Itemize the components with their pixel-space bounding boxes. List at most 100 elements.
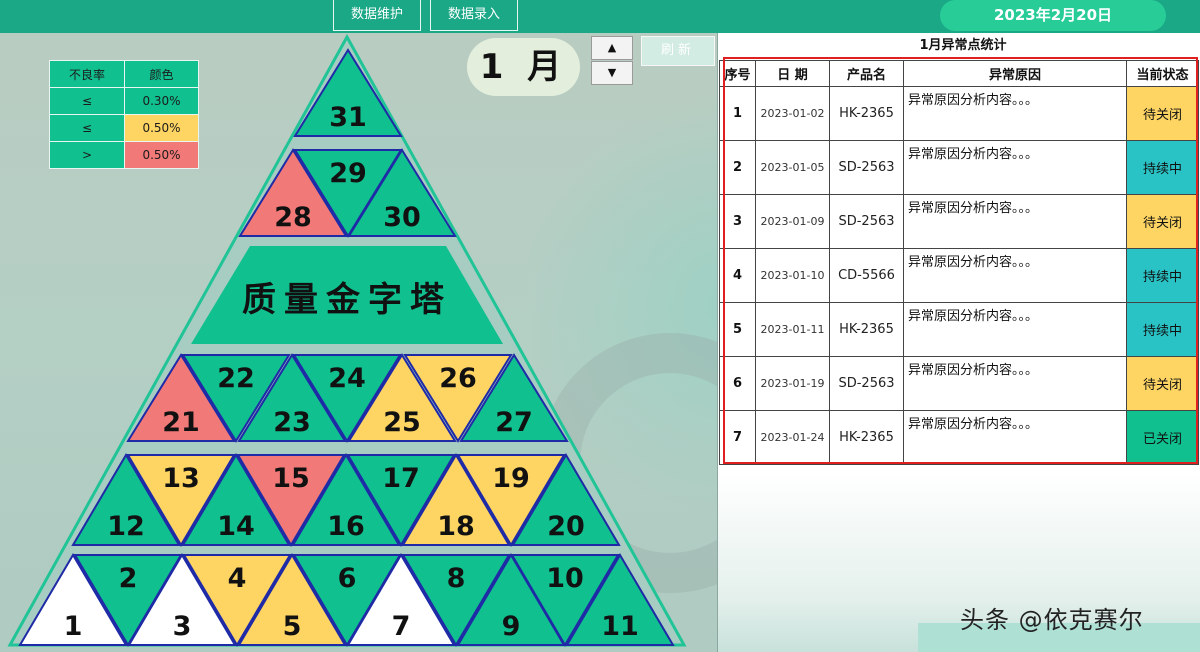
row-reason[interactable]: 异常原因分析内容。。。 [903,86,1127,141]
row-product: HK-2365 [829,410,904,465]
row-index: 1 [719,86,756,141]
table-row[interactable]: 3 2023-01-09 SD-2563 异常原因分析内容。。。 待关闭 [719,194,1199,249]
row-status: 待关闭 [1126,356,1199,411]
pyramid-cell-label: 22 [217,363,255,394]
row-date: 2023-01-02 [755,86,830,141]
table-row[interactable]: 6 2023-01-19 SD-2563 异常原因分析内容。。。 待关闭 [719,356,1199,411]
legend-header: 不良率 颜色 [49,60,199,88]
row-reason[interactable]: 异常原因分析内容。。。 [903,302,1127,357]
row-index: 6 [719,356,756,411]
pyramid-cell-label: 5 [283,611,302,642]
row-product: HK-2365 [829,302,904,357]
pyramid-cell-label: 8 [447,563,466,594]
month-display: 1 月 [467,38,580,96]
row-product: SD-2563 [829,140,904,195]
defect-rate-legend: 不良率 颜色 ≤ 0.30% ≤ 0.50% > 0.50% [49,60,199,169]
row-index: 2 [719,140,756,195]
arrow-down-icon: ▼ [607,66,617,79]
pyramid-cell-label: 28 [274,202,312,233]
row-index: 7 [719,410,756,465]
pyramid-cell-label: 19 [492,463,530,494]
row-date: 2023-01-05 [755,140,830,195]
row-date: 2023-01-09 [755,194,830,249]
legend-row: ≤ 0.30% [49,87,199,115]
pyramid-cell-label: 29 [329,158,367,189]
month-down-button[interactable]: ▼ [591,61,633,85]
row-product: SD-2563 [829,356,904,411]
row-reason[interactable]: 异常原因分析内容。。。 [903,410,1127,465]
pyramid-cell-label: 30 [383,202,421,233]
pyramid-cell-label: 3 [173,611,192,642]
pyramid-cell-label: 21 [162,407,200,438]
pyramid-cell-label: 25 [383,407,421,438]
legend-op: ≤ [49,114,125,142]
pyramid-cell-label: 10 [546,563,584,594]
col-date: 日 期 [755,60,830,87]
refresh-button[interactable]: 刷新 [641,36,715,66]
pyramid-cell-label: 31 [329,102,367,133]
row-status: 已关闭 [1126,410,1199,465]
row-reason[interactable]: 异常原因分析内容。。。 [903,356,1127,411]
row-status: 持续中 [1126,140,1199,195]
top-toolbar: 数据维护 数据录入 2023年2月20日 [0,0,1200,33]
row-product: SD-2563 [829,194,904,249]
pyramid-title: 质量金字塔 [242,280,452,320]
legend-value: 0.50% [124,114,199,142]
legend-op: > [49,141,125,169]
row-date: 2023-01-11 [755,302,830,357]
pyramid-cell-label: 12 [107,511,145,542]
table-row[interactable]: 1 2023-01-02 HK-2365 异常原因分析内容。。。 待关闭 [719,86,1199,141]
table-row[interactable]: 2 2023-01-05 SD-2563 异常原因分析内容。。。 持续中 [719,140,1199,195]
row-status: 待关闭 [1126,194,1199,249]
pyramid-cell-label: 6 [338,563,357,594]
table-body: 1 2023-01-02 HK-2365 异常原因分析内容。。。 待关闭 2 2… [719,86,1199,465]
legend-value: 0.50% [124,141,199,169]
legend-header-color: 颜色 [124,60,199,88]
pyramid-cell-label: 16 [327,511,365,542]
row-date: 2023-01-24 [755,410,830,465]
legend-op: ≤ [49,87,125,115]
col-reason: 异常原因 [903,60,1127,87]
table-row[interactable]: 4 2023-01-10 CD-5566 异常原因分析内容。。。 持续中 [719,248,1199,303]
stats-title: 1月异常点统计 [873,35,1053,57]
pyramid-cell-label: 2 [119,563,138,594]
watermark: 头条 @依克赛尔 [960,606,1144,634]
row-reason[interactable]: 异常原因分析内容。。。 [903,140,1127,195]
row-status: 待关闭 [1126,86,1199,141]
arrow-up-icon: ▲ [607,41,617,54]
row-index: 3 [719,194,756,249]
row-reason[interactable]: 异常原因分析内容。。。 [903,194,1127,249]
legend-value: 0.30% [124,87,199,115]
col-product: 产品名 [829,60,904,87]
pyramid-cell-label: 20 [547,511,585,542]
pyramid-cell-label: 7 [392,611,411,642]
pyramid-cell-label: 18 [437,511,475,542]
row-product: HK-2365 [829,86,904,141]
pyramid-cell-label: 14 [217,511,255,542]
col-index: 序号 [719,60,756,87]
table-row[interactable]: 7 2023-01-24 HK-2365 异常原因分析内容。。。 已关闭 [719,410,1199,465]
anomaly-table: 序号 日 期 产品名 异常原因 当前状态 1 2023-01-02 HK-236… [719,60,1199,465]
data-entry-button[interactable]: 数据录入 [430,0,518,31]
pyramid-cell-label: 27 [495,407,533,438]
table-row[interactable]: 5 2023-01-11 HK-2365 异常原因分析内容。。。 持续中 [719,302,1199,357]
pyramid-cell-label: 13 [162,463,200,494]
row-date: 2023-01-10 [755,248,830,303]
row-index: 5 [719,302,756,357]
current-date: 2023年2月20日 [940,0,1166,31]
legend-header-rate: 不良率 [49,60,125,88]
pyramid-cell-label: 15 [272,463,310,494]
pyramid-cell-label: 11 [601,611,639,642]
pyramid-cell-label: 24 [328,363,366,394]
row-index: 4 [719,248,756,303]
pyramid-cell-label: 17 [382,463,420,494]
row-status: 持续中 [1126,302,1199,357]
row-reason[interactable]: 异常原因分析内容。。。 [903,248,1127,303]
pyramid-cell-label: 26 [439,363,477,394]
stats-panel: 1月异常点统计 序号 日 期 产品名 异常原因 当前状态 1 2023-01-0… [718,33,1200,652]
data-maintenance-button[interactable]: 数据维护 [333,0,421,31]
month-up-button[interactable]: ▲ [591,36,633,60]
pyramid-cell-label: 23 [273,407,311,438]
pyramid-cell-label: 9 [502,611,521,642]
row-product: CD-5566 [829,248,904,303]
